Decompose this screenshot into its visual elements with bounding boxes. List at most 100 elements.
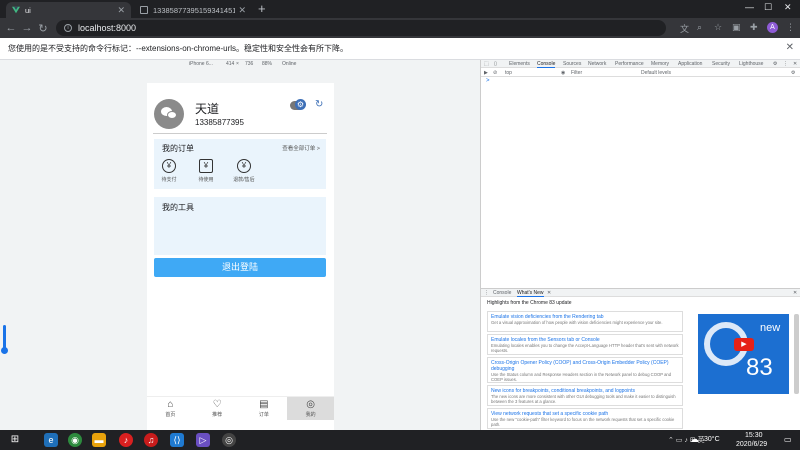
inspect-icon[interactable]: ⬚ (484, 61, 489, 67)
visual-studio-icon[interactable]: ▷ (196, 433, 210, 447)
context-select[interactable]: top (505, 70, 512, 76)
tab-lighthouse[interactable]: Lighthouse (739, 61, 763, 67)
console-settings-icon[interactable]: ⚙ (791, 70, 795, 76)
order-pending-payment[interactable]: ¥ 待支付 (156, 159, 182, 183)
more-icon[interactable]: ⋮ (783, 61, 788, 67)
tab-mine[interactable]: ◎ 我的 (287, 397, 334, 420)
tab-sources[interactable]: Sources (563, 61, 581, 67)
tab-elements[interactable]: Elements (509, 61, 530, 67)
news-item[interactable]: New icons for breakpoints, conditional b… (487, 385, 683, 406)
minimize-icon[interactable]: — (745, 2, 754, 12)
back-icon[interactable]: ← (3, 22, 19, 34)
windows-start-icon[interactable]: ⊞ (8, 433, 22, 447)
drawer-tab-close-icon[interactable]: ✕ (547, 290, 551, 296)
browser-tab-ui[interactable]: ui ✕ (6, 2, 131, 18)
drawer-tab-console[interactable]: Console (493, 290, 511, 296)
highlights-title: Highlights from the Chrome 83 update (487, 300, 572, 306)
address-bar[interactable]: i localhost:8000 (56, 20, 666, 36)
tab-label: 推荐 (212, 412, 223, 418)
chrome-icon[interactable]: ◉ (68, 433, 82, 447)
logout-button[interactable]: 退出登陆 (154, 258, 326, 277)
search-icon[interactable]: ⌕ (697, 22, 702, 33)
order-refund[interactable]: ¥ 退款/售后 (231, 159, 257, 183)
tab-security[interactable]: Security (712, 61, 730, 67)
app-icon[interactable]: ◎ (222, 433, 236, 447)
browser-tab-strip: ui ✕ 13385877395159341451856... ✕ + — ☐ … (0, 0, 800, 18)
device-width[interactable]: 414 (226, 61, 234, 67)
view-all-orders-link[interactable]: 查看全部订单 > (282, 144, 320, 152)
browser-tab-second[interactable]: 13385877395159341451856... ✕ (134, 2, 252, 18)
tab-application[interactable]: Application (678, 61, 702, 67)
tab-orders[interactable]: ▤ 订单 (241, 397, 288, 420)
forward-icon[interactable]: → (19, 22, 35, 34)
tab-recommend[interactable]: ♡ 推荐 (194, 397, 241, 420)
gear-icon: ⚙ (295, 99, 306, 110)
device-height[interactable]: 736 (245, 61, 253, 67)
chrome-83-promo-video[interactable]: ▶ new 83 (698, 314, 789, 394)
clear-console-icon[interactable]: ⊘ (493, 70, 497, 76)
clock-time[interactable]: 15:30 (745, 432, 763, 439)
devtools-panel: ⬚ ▯ Elements Console Sources Network Per… (480, 60, 800, 430)
tab-label: 首页 (165, 412, 176, 418)
drawer-tab-whats-new[interactable]: What's New (517, 290, 544, 297)
maximize-icon[interactable]: ☐ (764, 2, 772, 13)
settings-toggle[interactable]: ⚙ (290, 99, 306, 110)
news-item[interactable]: View network requests that set a specifi… (487, 408, 683, 429)
site-info-icon[interactable]: i (64, 24, 72, 32)
order-to-use[interactable]: ¥ 待使用 (193, 159, 219, 183)
weather-cloud-icon[interactable]: ☁ (690, 434, 699, 445)
tab-performance[interactable]: Performance (615, 61, 644, 67)
tab-memory[interactable]: Memory (651, 61, 669, 67)
notification-icon[interactable]: ▭ (784, 435, 792, 444)
infobar-close-icon[interactable]: ✕ (786, 42, 794, 53)
drawer-scrollbar[interactable] (794, 314, 799, 394)
news-item[interactable]: Emulate vision deficiencies from the Ren… (487, 311, 683, 332)
drawer-menu-icon[interactable]: ⋮ (484, 290, 489, 296)
close-drawer-icon[interactable]: ✕ (793, 290, 797, 296)
zoom-select[interactable]: 88% (262, 61, 272, 67)
netease-music-alt-icon[interactable]: ♫ (144, 433, 158, 447)
tab-console[interactable]: Console (537, 61, 556, 68)
translate-icon[interactable]: 文 (680, 22, 689, 35)
system-tray-icons[interactable]: ⌃ ▭ ♪ ⊞ 英 (668, 435, 705, 445)
news-item[interactable]: Cross-Origin Opener Policy (COOP) and Cr… (487, 357, 683, 383)
puzzle-icon[interactable]: ✚ (750, 22, 758, 33)
close-devtools-icon[interactable]: ✕ (793, 61, 797, 67)
weather-temperature[interactable]: 30°C (704, 436, 720, 443)
tab-close-icon[interactable]: ✕ (117, 5, 125, 16)
tab-home[interactable]: ⌂ 首页 (147, 397, 194, 420)
new-tab-button[interactable]: + (258, 1, 266, 16)
network-select[interactable]: Online (282, 61, 296, 67)
menu-icon[interactable]: ⋮ (786, 22, 795, 33)
console-toolbar: ▶ ⊘ top ◉ Filter Default levels ⚙ (481, 69, 800, 77)
settings-gear-icon[interactable]: ⚙ (773, 61, 777, 67)
folder-icon[interactable]: ▬ (92, 433, 106, 447)
edge-icon[interactable]: e (44, 433, 58, 447)
tab-network[interactable]: Network (588, 61, 606, 67)
device-mode-icon[interactable]: ▯ (494, 61, 497, 67)
tab-close-icon[interactable]: ✕ (238, 5, 246, 16)
device-select[interactable]: iPhone 6... (189, 61, 213, 67)
close-window-icon[interactable]: ✕ (784, 2, 792, 13)
profile-avatar-button[interactable]: A (767, 22, 778, 33)
log-levels-select[interactable]: Default levels (641, 70, 671, 76)
extension-icon[interactable]: ▣ (732, 22, 741, 33)
heart-icon: ♡ (212, 399, 222, 410)
my-tools-panel: 我的工具 (154, 197, 326, 255)
phone-screen: 天道 13385877395 ⚙ ↻ 我的订单 查看全部订单 > ¥ 待支付 ¥… (147, 83, 334, 430)
bookmark-star-icon[interactable]: ☆ (714, 22, 722, 33)
sidebar-toggle-icon[interactable]: ▶ (484, 70, 488, 76)
news-item[interactable]: Emulate locales from the Sensors tab or … (487, 334, 683, 355)
refresh-icon[interactable]: ↻ (315, 99, 323, 110)
console-prompt[interactable]: > (486, 78, 490, 84)
page-icon (140, 6, 148, 14)
vscode-icon[interactable]: ⟨⟩ (170, 433, 184, 447)
scroll-slider[interactable] (1, 325, 8, 354)
clock-date[interactable]: 2020/6/29 (736, 441, 767, 448)
netease-music-icon[interactable]: ♪ (119, 433, 133, 447)
filter-input[interactable]: Filter (571, 70, 582, 76)
dimension-separator: × (236, 61, 239, 67)
wechat-avatar-icon[interactable] (154, 99, 184, 129)
reload-icon[interactable]: ↻ (35, 22, 51, 35)
eye-icon[interactable]: ◉ (561, 70, 565, 76)
